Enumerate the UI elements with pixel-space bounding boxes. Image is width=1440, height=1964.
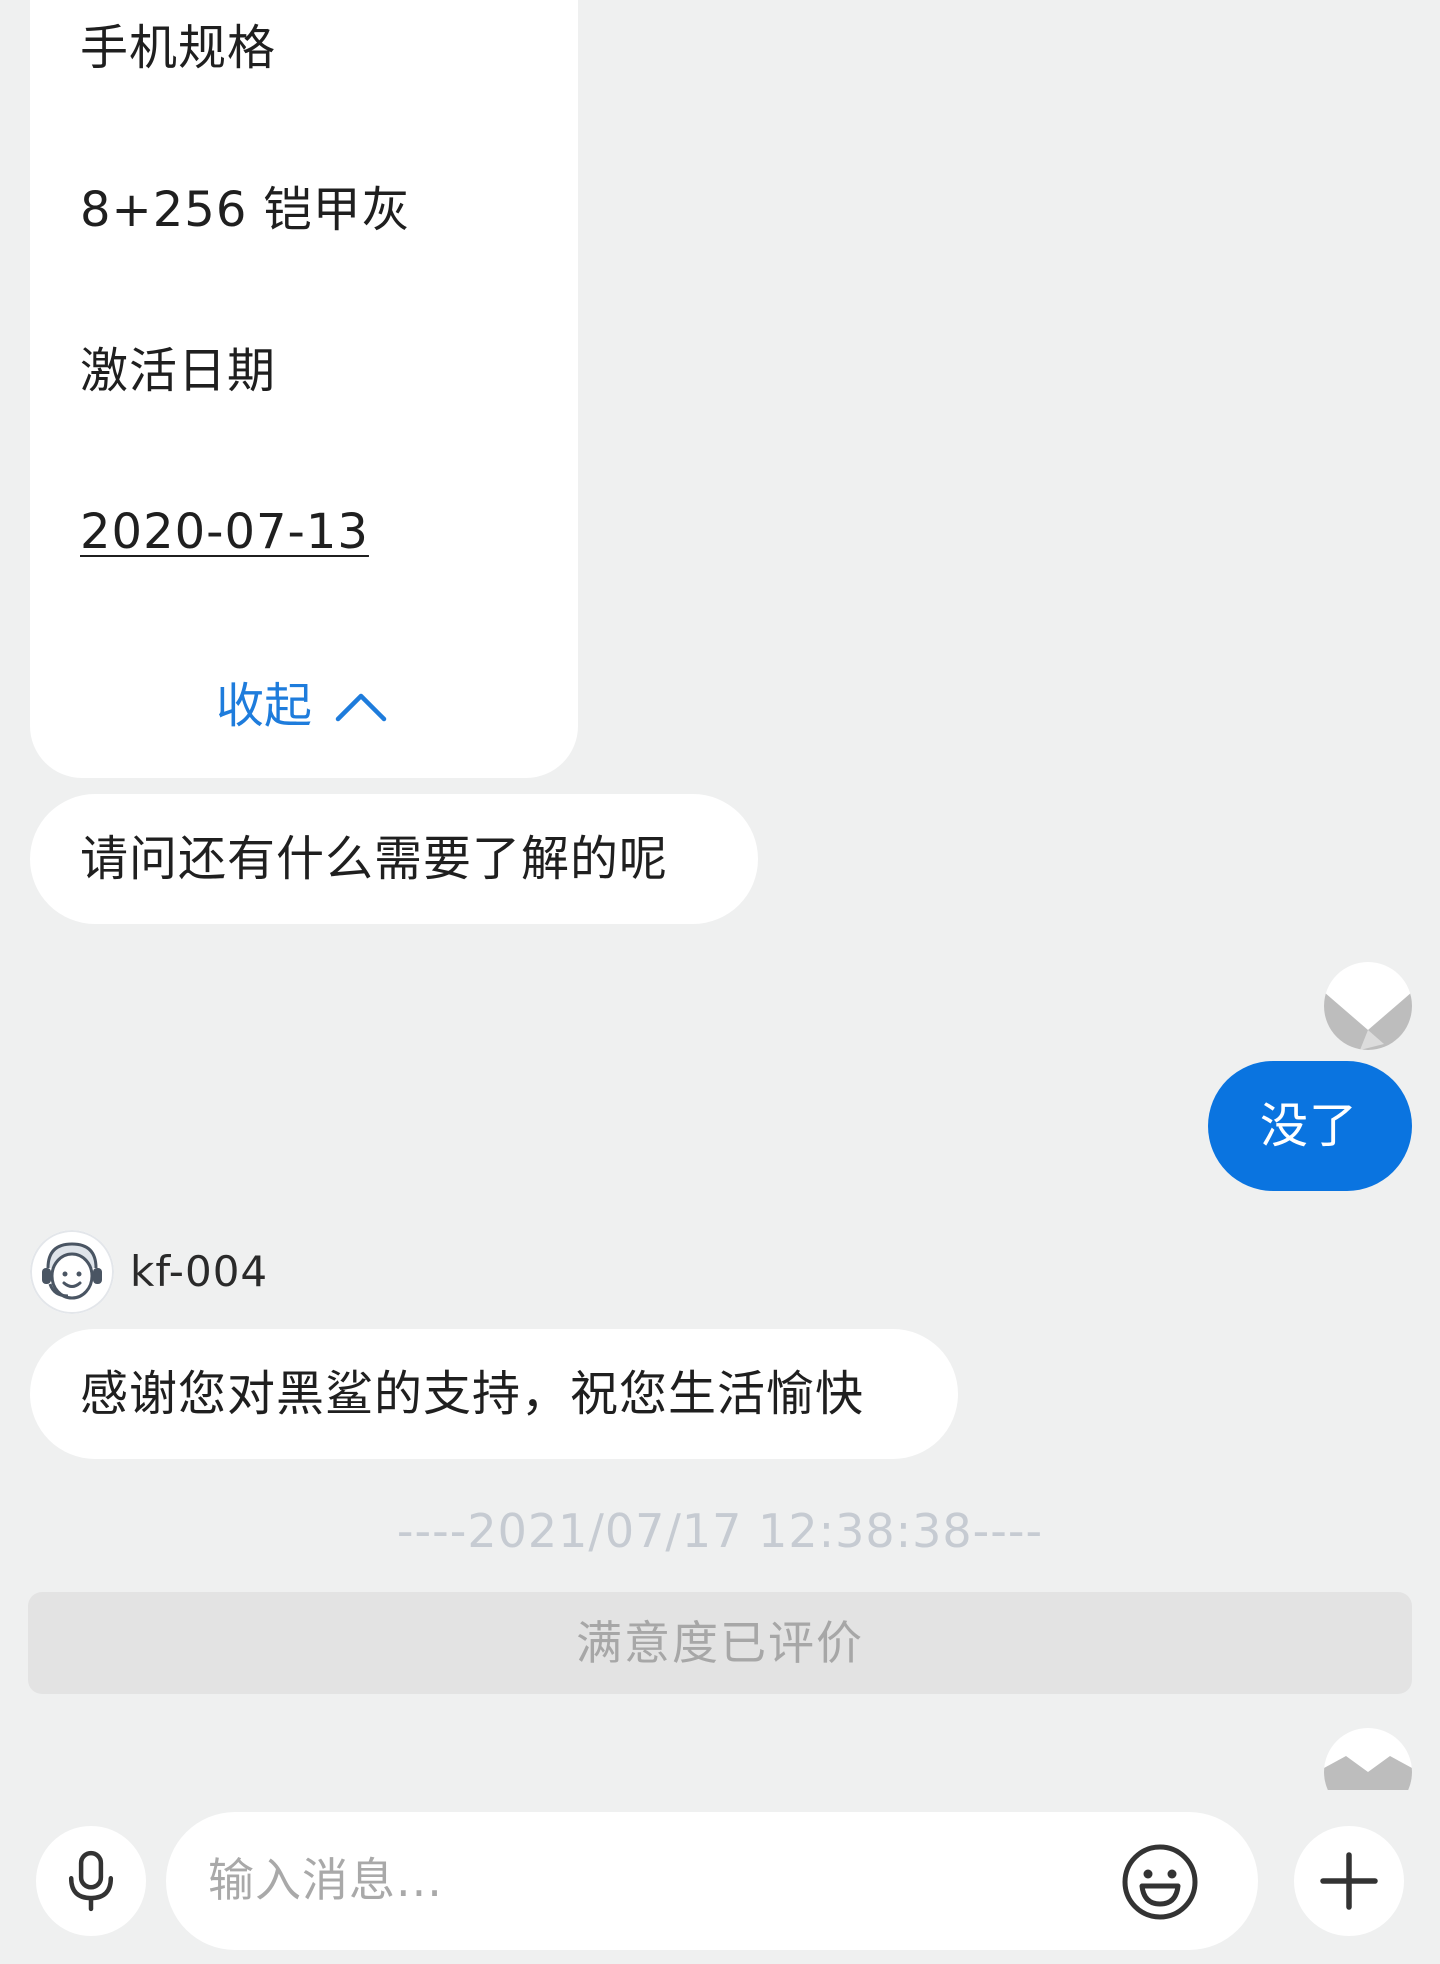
agent-message-bubble: 请问还有什么需要了解的呢: [30, 794, 758, 924]
plus-icon: [1320, 1852, 1378, 1910]
message-input[interactable]: 输入消息...: [166, 1812, 1258, 1950]
message-timestamp: ----2021/07/17 12:38:38----: [396, 1504, 1044, 1558]
agent-avatar: [30, 1230, 114, 1314]
collapse-label: 收起: [216, 678, 313, 734]
spec-label: 手机规格: [80, 20, 277, 76]
more-options-button[interactable]: [1294, 1826, 1404, 1936]
microphone-icon: [68, 1850, 114, 1912]
chevron-up-icon: [335, 693, 387, 722]
agent-message-bubble: 感谢您对黑鲨的支持，祝您生活愉快: [30, 1329, 958, 1459]
user-avatar: [1324, 1728, 1412, 1790]
user-message-bubble: 没了: [1208, 1061, 1412, 1191]
agent-name: kf-004: [130, 1247, 269, 1296]
collapse-button[interactable]: 收起: [216, 676, 388, 736]
voice-input-button[interactable]: [36, 1826, 146, 1936]
user-avatar: [1324, 962, 1412, 1050]
emoji-icon[interactable]: [1120, 1842, 1200, 1922]
customer-service-agent-icon: [30, 1230, 114, 1314]
activation-label: 激活日期: [80, 343, 277, 399]
satisfaction-rated-status: 满意度已评价: [28, 1592, 1412, 1694]
activation-date-link[interactable]: 2020-07-13: [80, 502, 369, 562]
product-info-card: 手机规格 8+256 铠甲灰 激活日期 2020-07-13 收起: [30, 0, 578, 778]
chat-screen: 手机规格 8+256 铠甲灰 激活日期 2020-07-13 收起 请问还有什么…: [0, 0, 1440, 1964]
agent-message-text: 感谢您对黑鲨的支持，祝您生活愉快: [80, 1366, 865, 1422]
message-input-placeholder: 输入消息...: [208, 1853, 443, 1907]
spec-value: 8+256 铠甲灰: [80, 182, 411, 238]
agent-message-text: 请问还有什么需要了解的呢: [80, 831, 669, 887]
user-message-text: 没了: [1260, 1098, 1359, 1154]
